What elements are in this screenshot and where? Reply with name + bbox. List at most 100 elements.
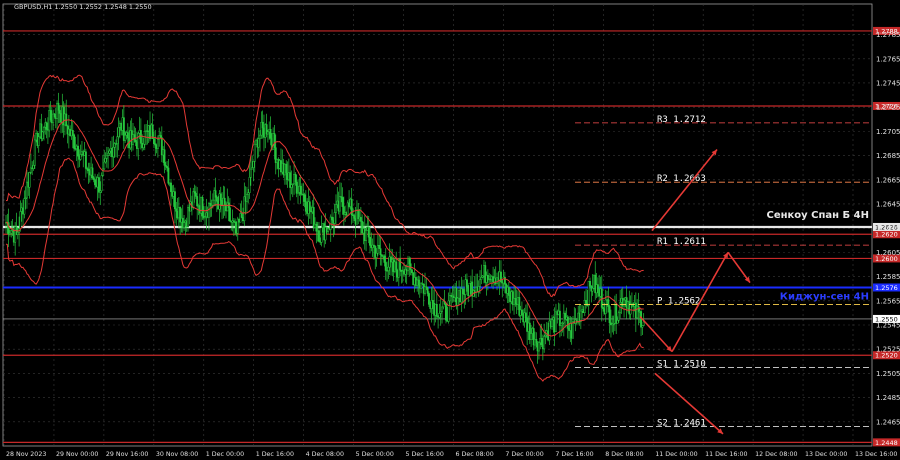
candle-body <box>134 139 137 143</box>
candle-body <box>170 182 172 192</box>
levels: 1.27881.27261.26201.26001.25201.24481.26… <box>3 26 900 447</box>
candle-body <box>28 172 31 188</box>
x-tick-label: 13 Dec 00:00 <box>805 451 847 458</box>
grid <box>2 3 873 447</box>
candle-body <box>375 253 378 258</box>
candle-body <box>23 198 26 215</box>
candle-body <box>214 190 217 198</box>
candle-body <box>266 131 269 135</box>
candle-body <box>445 303 447 321</box>
candle-body <box>253 143 256 162</box>
x-tick-label: 1 Dec 16:00 <box>256 451 294 458</box>
y-tick-label: 1.2625 <box>876 225 900 233</box>
candle-body <box>285 163 288 174</box>
candle-body <box>641 325 644 328</box>
candle-body <box>384 262 387 271</box>
candle-body <box>16 231 19 235</box>
y-tick-label: 1.2745 <box>876 79 900 87</box>
candle-body <box>427 293 430 305</box>
candle-body <box>261 121 264 129</box>
x-tick-label: 30 Nov 08:00 <box>156 451 198 458</box>
candle-body <box>353 215 356 219</box>
candle-body <box>438 313 441 318</box>
y-tick-label: 1.2705 <box>876 128 900 136</box>
candle-body <box>192 191 195 208</box>
x-tick-label: 12 Dec 08:00 <box>755 451 797 458</box>
price-chart[interactable]: 1.27881.27261.26201.26001.25201.24481.26… <box>0 0 900 460</box>
candle-body <box>215 197 218 202</box>
x-tick-label: 5 Dec 00:00 <box>356 451 394 458</box>
candle-body <box>551 319 553 327</box>
candle-body <box>369 236 371 246</box>
candle-body <box>53 113 56 118</box>
candle-body <box>249 168 252 178</box>
candle-body <box>183 222 186 228</box>
kijun-price-label: 1.2576 <box>875 284 898 292</box>
candle-body <box>566 316 569 329</box>
y-tick-label: 1.2545 <box>876 321 900 329</box>
chart-window[interactable]: 1.2788 1.2726 1.2620 1.2600 1.2520 1.2448 1.26… <box>0 0 900 460</box>
candle-body <box>19 211 22 229</box>
candle-body <box>299 185 302 195</box>
level-price-label: 1.2448 <box>875 439 898 447</box>
pivot-label: P 1.2562 <box>657 296 700 306</box>
candle-body <box>194 192 197 197</box>
candle-body <box>126 132 129 139</box>
candle-body <box>530 333 533 340</box>
candle-body <box>94 179 96 186</box>
candle-body <box>104 158 107 163</box>
candle-body <box>335 204 337 213</box>
pivot-label: R1 1.2611 <box>657 237 706 247</box>
x-tick-label: 4 Dec 08:00 <box>306 451 344 458</box>
candle-body <box>211 199 214 206</box>
x-tick-label: 1 Dec 00:00 <box>206 451 244 458</box>
candle-body <box>480 277 483 280</box>
candle-body <box>540 337 543 346</box>
candle-body <box>607 299 610 307</box>
candle-body <box>500 271 502 283</box>
y-tick-label: 1.2585 <box>876 273 900 281</box>
candle-body <box>124 134 127 141</box>
candle-body <box>71 130 74 136</box>
candle-body <box>117 127 120 137</box>
candle-body <box>520 309 523 315</box>
candle-body <box>252 161 255 168</box>
x-tick-label: 8 Dec 08:00 <box>605 451 643 458</box>
candle-body <box>163 149 166 166</box>
candle-body <box>92 177 95 180</box>
candle-body <box>84 151 87 169</box>
y-tick-label: 1.2505 <box>876 370 900 378</box>
candle-body <box>572 321 574 339</box>
candle-body <box>435 303 438 317</box>
candle-body <box>537 342 540 352</box>
candle-body <box>333 212 336 224</box>
y-tick-label: 1.2465 <box>876 418 900 426</box>
candle-body <box>294 173 297 183</box>
x-tick-label: 29 Nov 00:00 <box>56 451 98 458</box>
plot-frame <box>2 3 873 447</box>
price-axis: 1.2785 1.2765 1.2745 1.2725 1.2705 1.2685 1.26… <box>876 31 900 426</box>
x-tick-label: 6 Dec 08:00 <box>455 451 493 458</box>
y-tick-label: 1.2725 <box>876 104 900 112</box>
candle-body <box>441 306 443 312</box>
candle-body <box>591 288 594 292</box>
candle-body <box>43 127 45 133</box>
candle-body <box>201 196 204 217</box>
candle-body <box>395 261 398 271</box>
candle-body <box>367 226 370 238</box>
candle-body <box>462 288 464 295</box>
candle-body <box>408 258 411 264</box>
candle-body <box>167 167 170 184</box>
candle-body <box>103 161 106 170</box>
forecast-arrow <box>727 251 751 284</box>
x-tick-label: 5 Dec 16:00 <box>406 451 444 458</box>
candle-body <box>409 263 412 270</box>
kijun-name-label: Киджун-сен 4H <box>780 291 869 302</box>
candle-body <box>617 312 620 321</box>
candle-body <box>410 269 413 273</box>
candle-body <box>77 145 79 157</box>
candle-body <box>379 248 382 256</box>
candle-body <box>219 193 222 201</box>
candle-body <box>303 194 306 202</box>
candle-body <box>269 129 272 139</box>
